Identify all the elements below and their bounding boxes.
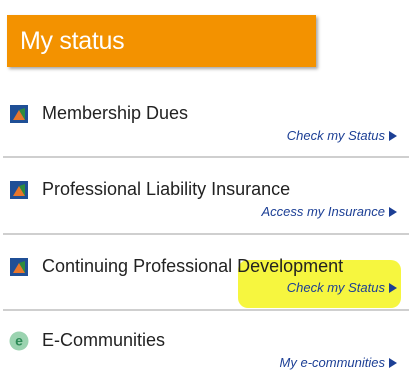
membership-dues-label: Membership Dues (42, 103, 189, 123)
report-icon (10, 258, 28, 276)
divider (3, 156, 409, 158)
my-e-communities-link[interactable]: My e-communities (280, 355, 397, 370)
divider (3, 233, 409, 235)
report-icon (10, 105, 28, 123)
status-item-e-communities: e E-Communities My e-communities (0, 327, 409, 373)
check-status-link-membership[interactable]: Check my Status (287, 128, 397, 143)
widget-title: My status (20, 26, 125, 55)
divider (3, 309, 409, 311)
arrow-right-icon (389, 130, 397, 141)
access-insurance-link-label: Access my Insurance (261, 204, 385, 219)
svg-text:e: e (15, 333, 23, 349)
check-status-link-label: Check my Status (286, 128, 385, 143)
arrow-right-icon (389, 282, 397, 293)
access-insurance-link[interactable]: Access my Insurance (261, 204, 397, 219)
my-status-widget: My status Membership Dues Check my Statu… (0, 0, 409, 373)
continuing-professional-development-label: Continuing Professional Development (42, 256, 344, 276)
professional-liability-insurance-label: Professional Liability Insurance (42, 179, 291, 199)
arrow-right-icon (389, 206, 397, 217)
report-icon (10, 181, 28, 199)
check-status-link-label: Check my Status (286, 280, 385, 295)
e-communities-icon: e (9, 331, 29, 351)
arrow-right-icon (389, 357, 397, 368)
e-communities-label: E-Communities (42, 330, 166, 350)
status-item-professional-liability-insurance: Professional Liability Insurance Access … (0, 176, 409, 232)
my-e-communities-link-label: My e-communities (279, 355, 385, 370)
status-item-membership-dues: Membership Dues Check my Status (0, 100, 409, 160)
status-item-continuing-professional-development: Continuing Professional Development Chec… (0, 254, 409, 310)
check-status-link-cpd[interactable]: Check my Status (287, 280, 397, 295)
widget-header: My status (7, 15, 316, 67)
